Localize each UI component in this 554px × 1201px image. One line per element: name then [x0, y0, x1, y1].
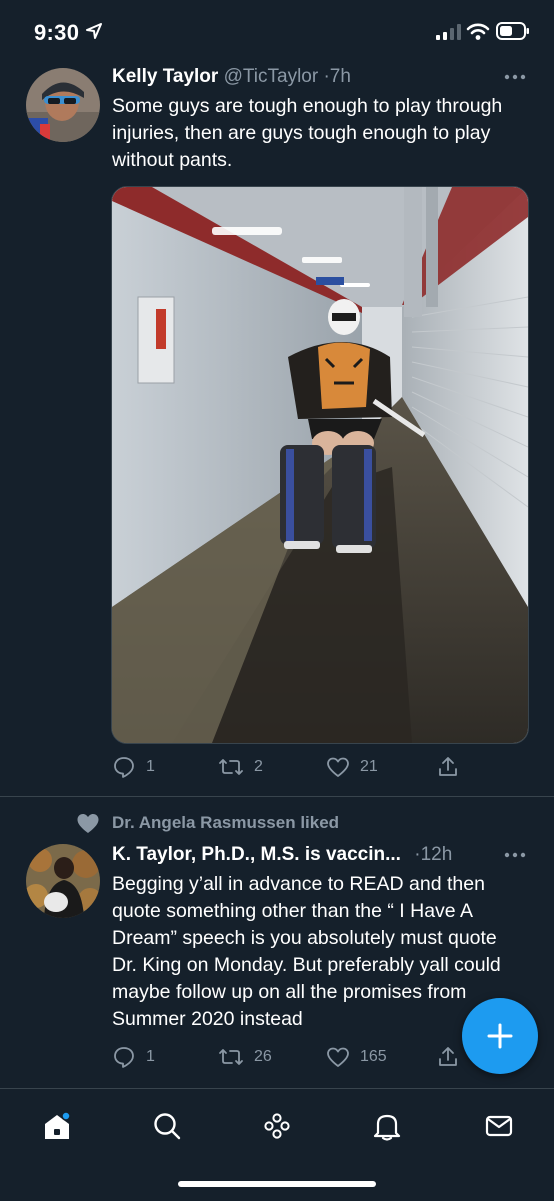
retweet-icon [219, 1049, 243, 1065]
heart-icon [327, 1047, 349, 1067]
heart-icon [327, 757, 349, 777]
like-count: 165 [360, 1048, 387, 1065]
retweet-button[interactable]: 2 [218, 752, 263, 782]
tab-search[interactable] [150, 1109, 184, 1143]
home-indicator[interactable] [178, 1181, 376, 1187]
author-name[interactable]: K. Taylor, Ph.D., M.S. is vaccin... [112, 844, 401, 865]
share-icon [439, 757, 457, 776]
tweet-header: Kelly Taylor @TicTaylor ·7h [112, 66, 351, 88]
reply-count: 1 [146, 1048, 155, 1065]
wifi-icon [466, 23, 490, 40]
location-arrow-icon [86, 23, 102, 39]
compose-tweet-button[interactable] [462, 998, 538, 1074]
home-icon [45, 1111, 71, 1139]
avatar[interactable] [26, 844, 100, 918]
avatar[interactable] [26, 68, 100, 142]
spaces-icon [264, 1113, 290, 1139]
tweet-time[interactable]: 7h [330, 66, 351, 87]
tweet-header: K. Taylor, Ph.D., M.S. is vaccin... ·12h [112, 844, 452, 866]
notifications-icon [373, 1114, 401, 1141]
tweet-media-photo[interactable] [111, 186, 529, 744]
more-options-icon[interactable] [504, 74, 526, 80]
tweet-text: Some guys are tough enough to play throu… [112, 95, 503, 171]
share-button[interactable] [436, 1042, 460, 1072]
share-button[interactable] [436, 752, 460, 782]
retweet-count: 2 [254, 758, 263, 775]
like-count: 21 [360, 758, 378, 775]
tab-spaces[interactable] [260, 1109, 294, 1143]
reply-icon [114, 757, 134, 778]
more-options-icon[interactable] [504, 852, 526, 858]
tweet-text: Begging y’all in advance to READ and the… [112, 873, 501, 1030]
reply-count: 1 [146, 758, 155, 775]
reply-button[interactable]: 1 [112, 1042, 155, 1072]
battery-icon [496, 22, 529, 40]
social-context: Dr. Angela Rasmussen liked [76, 812, 339, 834]
retweet-button[interactable]: 26 [218, 1042, 272, 1072]
tab-notifications[interactable] [370, 1109, 404, 1143]
tweet-time[interactable]: 12h [421, 844, 453, 865]
messages-icon [485, 1115, 513, 1137]
cellular-signal-icon [436, 24, 461, 40]
tab-home[interactable] [40, 1109, 74, 1143]
hallway-photo [112, 187, 528, 743]
social-context-text[interactable]: Dr. Angela Rasmussen liked [112, 813, 339, 833]
status-time: 9:30 [34, 20, 80, 45]
reply-icon [114, 1047, 134, 1068]
avatar-image [26, 844, 100, 918]
tweet-divider [0, 796, 554, 797]
author-name[interactable]: Kelly Taylor [112, 66, 218, 87]
avatar-image [26, 68, 100, 142]
tweet-actions: 1 2 21 [0, 752, 554, 782]
like-button[interactable]: 21 [326, 752, 378, 782]
like-button[interactable]: 165 [326, 1042, 387, 1072]
status-bar: 9:30 [0, 0, 554, 64]
search-icon [154, 1113, 181, 1140]
tab-messages[interactable] [482, 1109, 516, 1143]
author-handle[interactable]: @TicTaylor [224, 66, 319, 87]
share-icon [439, 1047, 457, 1066]
plus-icon [487, 1023, 513, 1049]
retweet-icon [219, 759, 243, 775]
liked-heart-icon [77, 814, 99, 833]
retweet-count: 26 [254, 1048, 272, 1065]
reply-button[interactable]: 1 [112, 752, 155, 782]
